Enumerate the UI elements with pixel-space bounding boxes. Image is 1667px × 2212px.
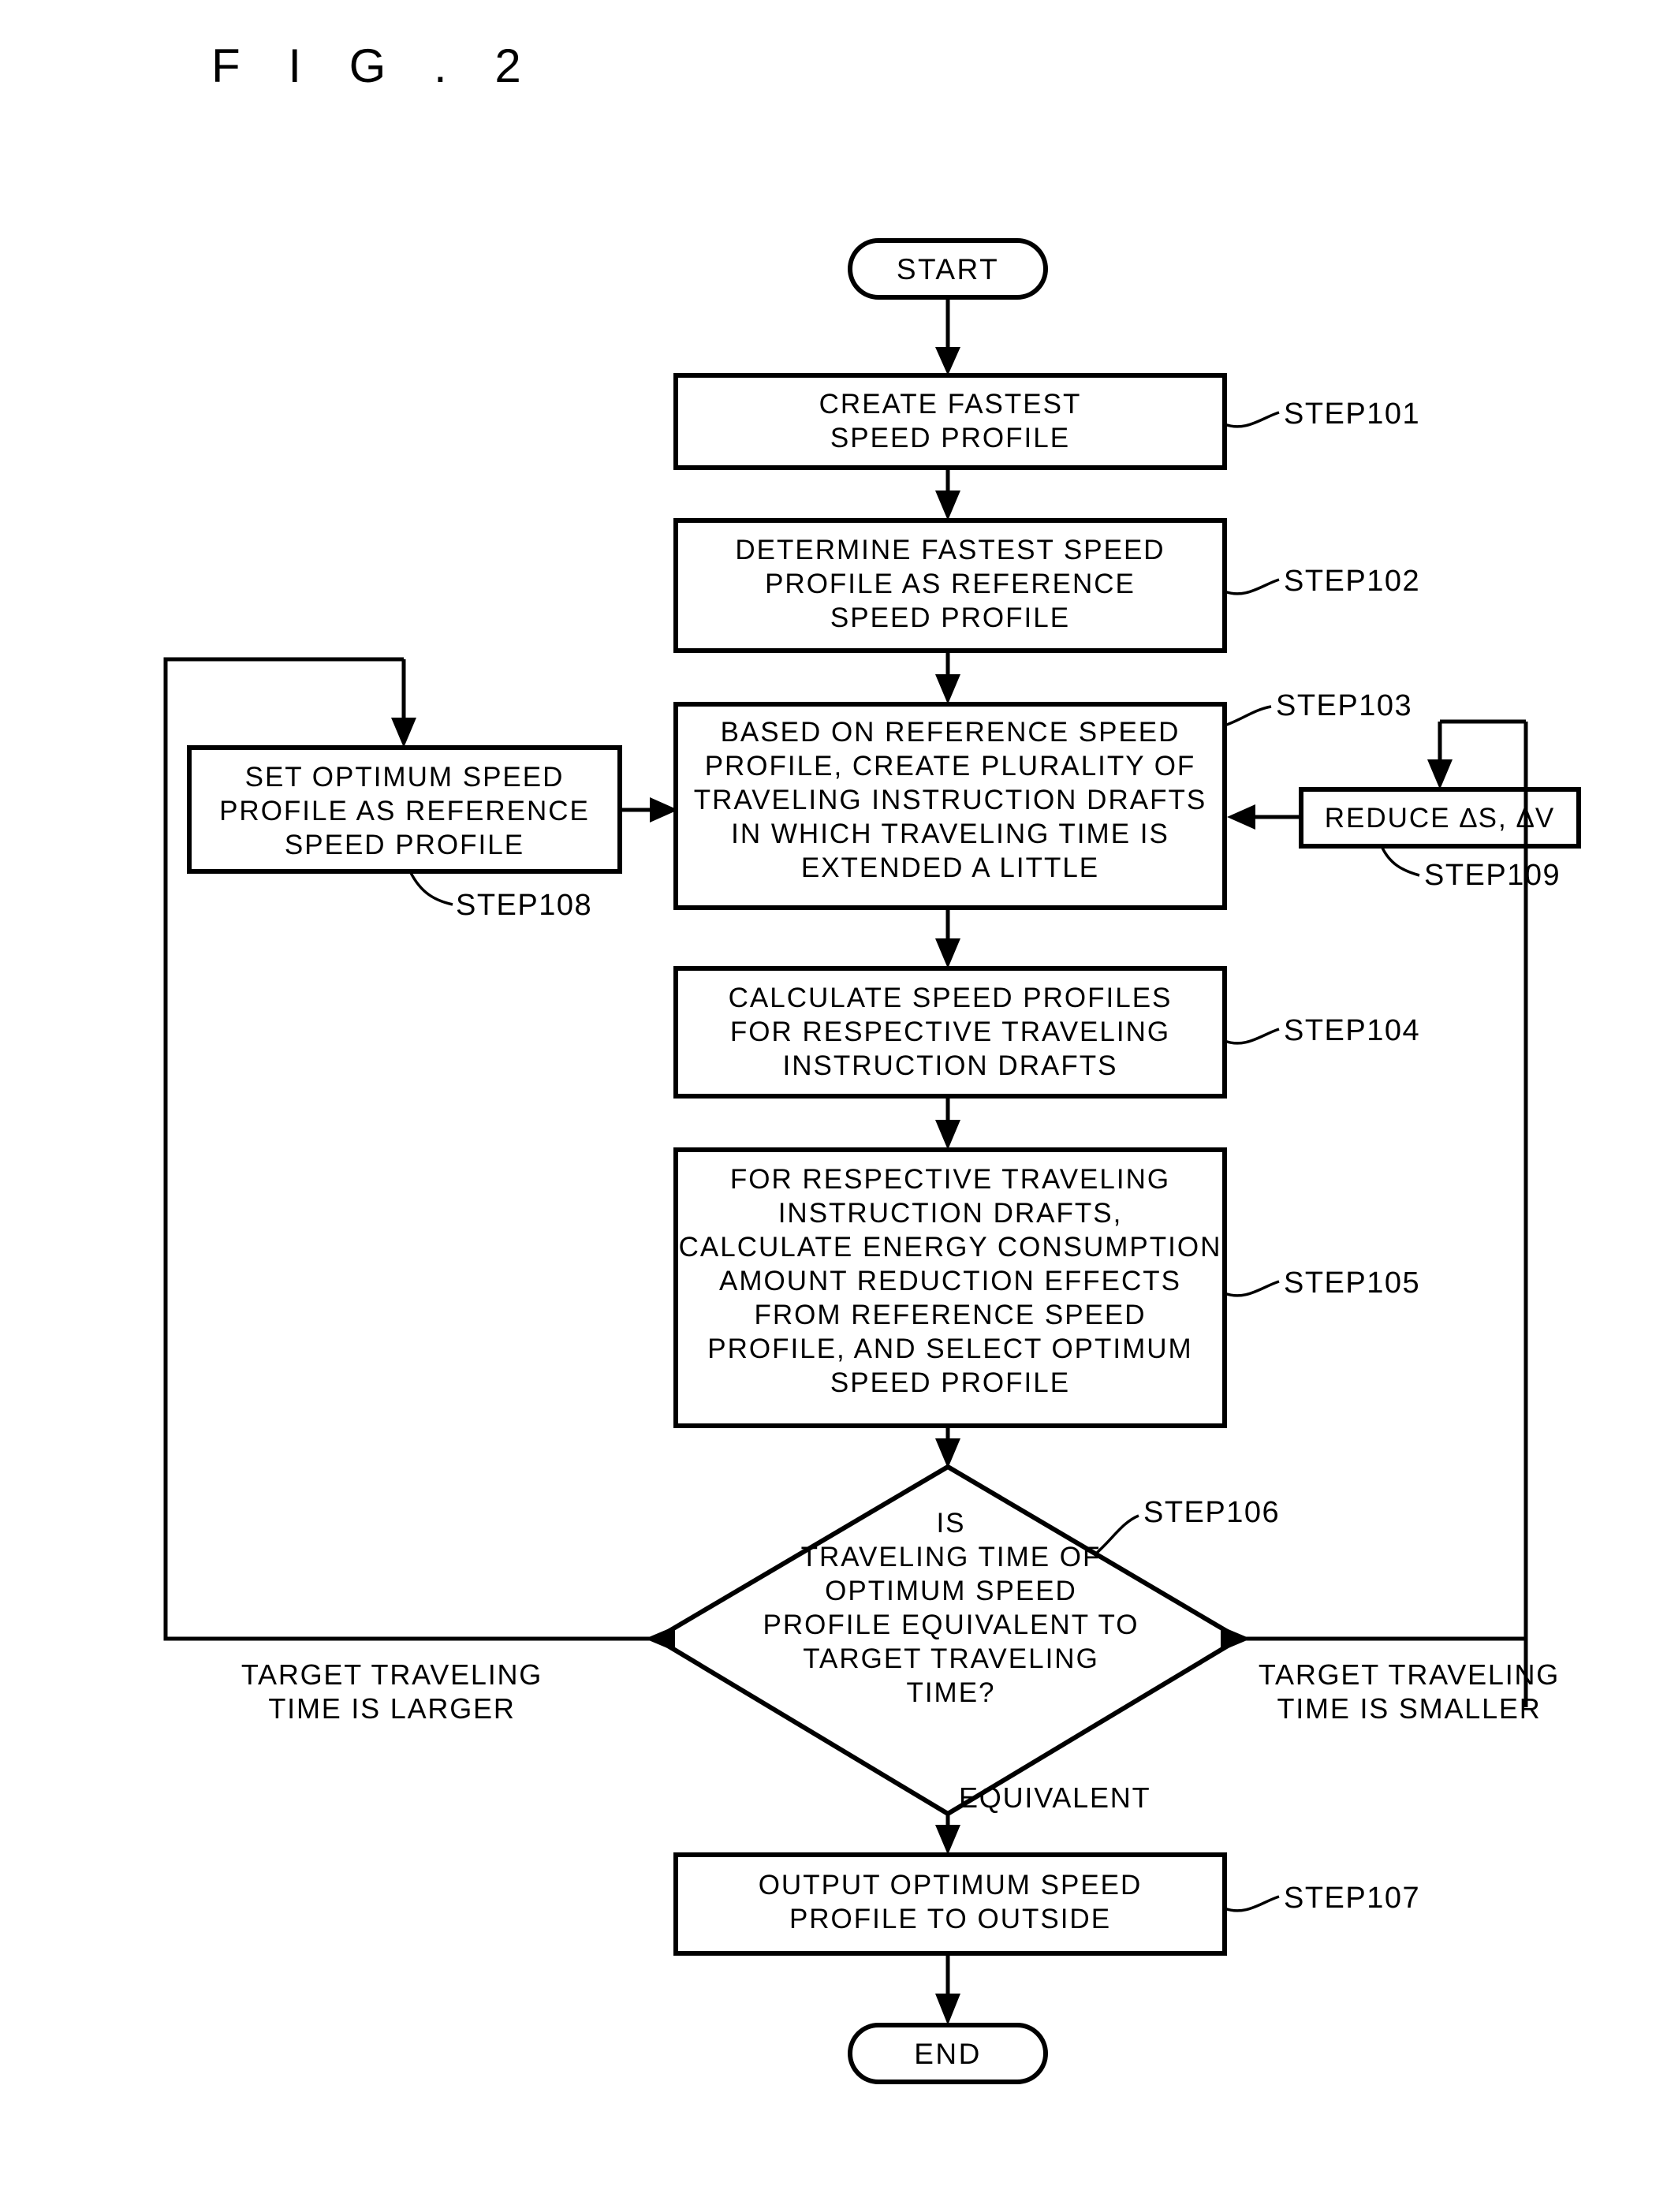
step102-line-1: DETERMINE FASTEST SPEED	[735, 535, 1165, 565]
branch-label-larger-line-1: TARGET TRAVELING	[241, 1658, 543, 1691]
step107-id-label: STEP107	[1284, 1882, 1420, 1915]
arrowhead-step107-to-end	[935, 1994, 960, 2025]
step109-id-label: STEP109	[1424, 859, 1561, 892]
step107-leader-line	[1224, 1895, 1280, 1912]
step105-line-3: CALCULATE ENERGY CONSUMPTION	[679, 1232, 1222, 1263]
arrowhead-diamond-right-tip	[1221, 1626, 1251, 1651]
arrowhead-step109-to-step103	[1227, 804, 1255, 830]
branch-label-equivalent: EQUIVALENT	[959, 1781, 1150, 1814]
step102-leader-line	[1224, 578, 1280, 595]
step103-id-label: STEP103	[1276, 689, 1412, 722]
flowchart-diagram: F I G . 2 START CREATE FASTEST SPEED PRO…	[163, 39, 1581, 2084]
arrowhead-step106-to-step107	[935, 1825, 960, 1855]
step106-leader-line	[1095, 1514, 1139, 1555]
arrowhead-start-to-step101	[935, 347, 960, 375]
start-terminator-label: START	[897, 253, 999, 285]
step101-line-1: CREATE FASTEST	[819, 389, 1082, 420]
step101-id-label: STEP101	[1284, 397, 1420, 431]
step105-line-5: FROM REFERENCE SPEED	[755, 1300, 1147, 1330]
step104-line-3: INSTRUCTION DRAFTS	[783, 1050, 1118, 1081]
step107-line-2: PROFILE TO OUTSIDE	[789, 1904, 1111, 1934]
step103-line-3: TRAVELING INSTRUCTION DRAFTS	[694, 785, 1206, 815]
branch-label-smaller-line-2: TIME IS SMALLER	[1277, 1692, 1541, 1725]
step104-line-1: CALCULATE SPEED PROFILES	[729, 983, 1173, 1013]
step106-line-4: PROFILE EQUIVALENT TO	[763, 1610, 1139, 1640]
arrowhead-step105-to-step106	[935, 1438, 960, 1468]
step102-line-3: SPEED PROFILE	[830, 602, 1070, 633]
arrowhead-step102-to-step103	[935, 674, 960, 704]
step105-line-1: FOR RESPECTIVE TRAVELING	[730, 1164, 1170, 1195]
step105-line-7: SPEED PROFILE	[830, 1367, 1070, 1398]
arrowhead-diamond-left-tip	[645, 1626, 675, 1651]
step101-line-2: SPEED PROFILE	[830, 423, 1070, 453]
step106-line-1: IS	[936, 1508, 965, 1539]
end-terminator-label: END	[914, 2038, 982, 2070]
step106-id-label: STEP106	[1143, 1496, 1280, 1529]
step103-leader-line	[1224, 705, 1272, 727]
step104-line-2: FOR RESPECTIVE TRAVELING	[730, 1016, 1170, 1047]
step108-id-label: STEP108	[456, 889, 592, 922]
arrowhead-step103-to-step104	[935, 938, 960, 968]
arrowhead-step101-to-step102	[935, 491, 960, 520]
figure-title: F I G . 2	[211, 39, 539, 92]
arrowhead-left-loop-to-step108	[391, 718, 416, 748]
arrowhead-step104-to-step105	[935, 1120, 960, 1150]
step106-line-2: TRAVELING TIME OF	[801, 1542, 1102, 1572]
step108-leader-line	[408, 871, 453, 906]
step104-id-label: STEP104	[1284, 1014, 1420, 1047]
step103-line-1: BASED ON REFERENCE SPEED	[721, 717, 1180, 748]
step106-line-5: TARGET TRAVELING	[803, 1643, 1099, 1674]
step108-line-2: PROFILE AS REFERENCE	[219, 796, 590, 826]
step102-id-label: STEP102	[1284, 565, 1420, 598]
step106-line-3: OPTIMUM SPEED	[825, 1576, 1077, 1606]
branch-label-smaller-line-1: TARGET TRAVELING	[1259, 1658, 1560, 1691]
step103-line-2: PROFILE, CREATE PLURALITY OF	[705, 751, 1196, 781]
step103-line-4: IN WHICH TRAVELING TIME IS	[731, 819, 1169, 849]
step105-line-6: PROFILE, AND SELECT OPTIMUM	[707, 1334, 1192, 1364]
step105-line-4: AMOUNT REDUCTION EFFECTS	[719, 1266, 1181, 1296]
step101-leader-line	[1224, 411, 1280, 428]
step108-line-3: SPEED PROFILE	[285, 830, 524, 860]
step104-leader-line	[1224, 1028, 1280, 1045]
branch-label-larger-line-2: TIME IS LARGER	[268, 1692, 515, 1725]
step107-line-1: OUTPUT OPTIMUM SPEED	[759, 1870, 1143, 1901]
step105-id-label: STEP105	[1284, 1266, 1420, 1300]
step109-leader-line	[1380, 845, 1420, 877]
step108-line-1: SET OPTIMUM SPEED	[245, 762, 565, 793]
step102-line-2: PROFILE AS REFERENCE	[765, 569, 1136, 599]
step105-line-2: INSTRUCTION DRAFTS,	[778, 1198, 1123, 1229]
step106-line-6: TIME?	[906, 1677, 995, 1708]
patent-figure-page: F I G . 2 START CREATE FASTEST SPEED PRO…	[0, 0, 1667, 2212]
step103-line-5: EXTENDED A LITTLE	[801, 852, 1099, 883]
step109-line-1: REDUCE ∆S, ∆V	[1325, 803, 1555, 834]
step105-leader-line	[1224, 1280, 1280, 1297]
arrowhead-right-loop-to-step109	[1427, 759, 1453, 789]
